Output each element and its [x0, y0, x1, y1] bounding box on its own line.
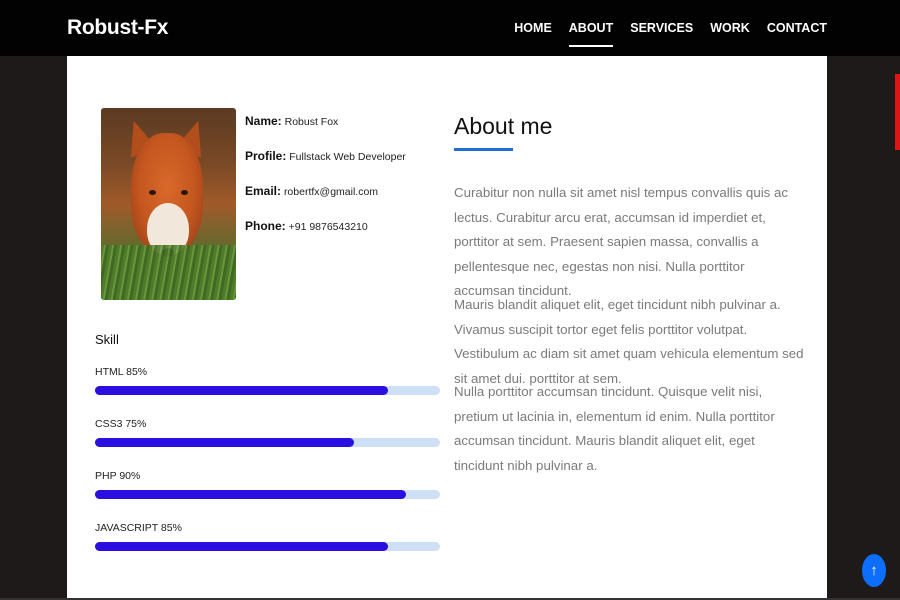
info-row-profile: Profile: Fullstack Web Developer	[245, 149, 406, 184]
nav-home[interactable]: HOME	[514, 21, 552, 41]
info-row-phone: Phone: +91 9876543210	[245, 219, 406, 254]
back-to-top-button[interactable]: ↑	[862, 554, 886, 587]
skill-label: HTML 85%	[95, 366, 148, 378]
about-card: Name: Robust Fox Profile: Fullstack Web …	[67, 56, 827, 600]
nav-work[interactable]: WORK	[710, 21, 750, 41]
nav-services[interactable]: SERVICES	[630, 21, 693, 41]
skill-php: PHP 90%	[95, 470, 440, 499]
scrollbar-thumb[interactable]	[895, 74, 900, 150]
skill-javascript: JAVASCRIPT 85%	[95, 522, 440, 551]
skill-fill	[95, 490, 406, 499]
skill-fill	[95, 386, 389, 395]
about-paragraph-3: Nulla porttitor accumsan tincidunt. Quis…	[454, 384, 775, 473]
skill-fill	[95, 542, 389, 551]
skill-track	[95, 386, 440, 395]
about-title: About me	[454, 113, 553, 139]
about-paragraph-1: Curabitur non nulla sit amet nisl tempus…	[454, 185, 789, 298]
name-label: Name:	[245, 114, 282, 128]
nav-contact[interactable]: CONTACT	[767, 21, 827, 41]
grass	[101, 245, 236, 300]
email-label: Email:	[245, 184, 282, 198]
profile-value: Fullstack Web Developer	[289, 151, 406, 163]
skill-label: PHP 90%	[95, 470, 141, 482]
skill-track	[95, 542, 440, 551]
main-nav: HOME ABOUT SERVICES WORK CONTACT	[497, 21, 827, 47]
fox-eye-right	[181, 190, 188, 195]
nav-about[interactable]: ABOUT	[568, 21, 614, 47]
skill-html: HTML 85%	[95, 366, 440, 395]
skill-track	[95, 490, 440, 499]
profile-photo	[101, 108, 236, 300]
brand-logo[interactable]: Robust-Fx	[67, 16, 168, 40]
skill-track	[95, 438, 440, 447]
about-paragraph-2: Mauris blandit aliquet elit, eget tincid…	[454, 297, 804, 386]
info-row-email: Email: robertfx@gmail.com	[245, 184, 406, 219]
arrow-up-icon: ↑	[870, 562, 878, 579]
name-value: Robust Fox	[284, 116, 339, 128]
skill-css3: CSS3 75%	[95, 418, 440, 447]
about-title-underline	[454, 148, 513, 151]
email-value: robertfx@gmail.com	[283, 186, 379, 198]
skill-label: CSS3 75%	[95, 418, 147, 430]
skill-fill	[95, 438, 354, 447]
fox-eye-left	[149, 190, 156, 195]
navbar: Robust-Fx HOME ABOUT SERVICES WORK CONTA…	[0, 0, 900, 56]
info-row-name: Name: Robust Fox	[245, 114, 406, 149]
phone-value: +91 9876543210	[288, 221, 368, 233]
profile-label: Profile:	[245, 149, 287, 163]
profile-info: Name: Robust Fox Profile: Fullstack Web …	[245, 114, 406, 254]
phone-label: Phone:	[245, 219, 286, 233]
skill-label: JAVASCRIPT 85%	[95, 522, 182, 534]
skill-heading: Skill	[95, 332, 119, 347]
